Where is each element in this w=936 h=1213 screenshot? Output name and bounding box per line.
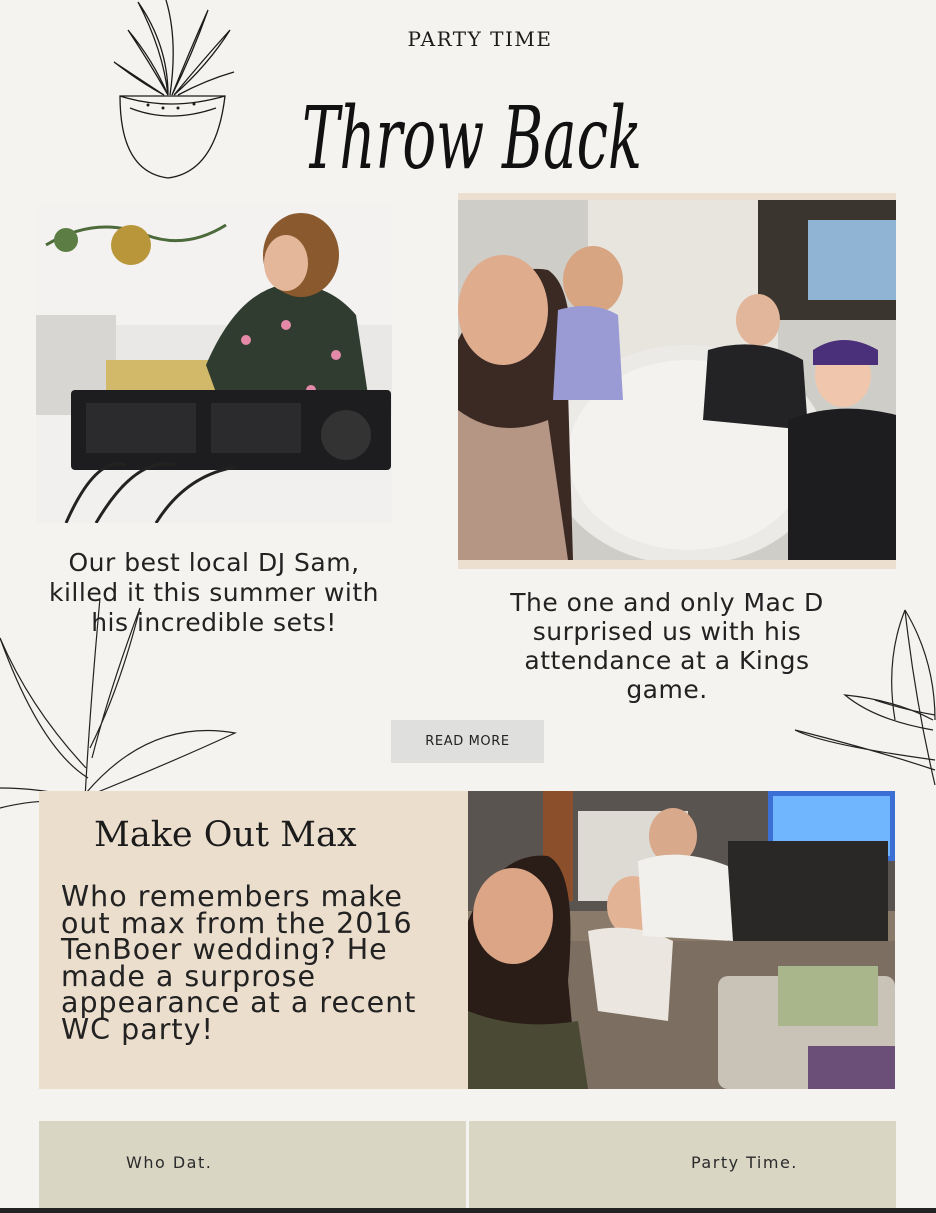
feature-title: Make Out Max <box>94 815 357 855</box>
leaf-branch-right-illustration <box>794 609 936 786</box>
bottom-bar <box>0 1208 936 1213</box>
footer-label-right: Party Time. <box>691 1153 798 1172</box>
page-title-script: Throw Back <box>302 89 642 189</box>
footer-tile-left[interactable]: Who Dat. <box>39 1121 466 1213</box>
svg-text:Throw Back: Throw Back <box>302 89 642 189</box>
footer-label-left: Who Dat. <box>126 1153 213 1172</box>
read-more-button[interactable]: READ MORE <box>391 720 544 763</box>
potted-plant-illustration <box>113 0 235 179</box>
dj-photo <box>36 205 392 523</box>
feature-body: Who remembers make out max from the 2016… <box>61 880 417 1046</box>
living-room-selfie-photo <box>468 791 895 1089</box>
footer-tile-right[interactable]: Party Time. <box>469 1121 896 1213</box>
restaurant-selfie-photo <box>458 200 896 560</box>
